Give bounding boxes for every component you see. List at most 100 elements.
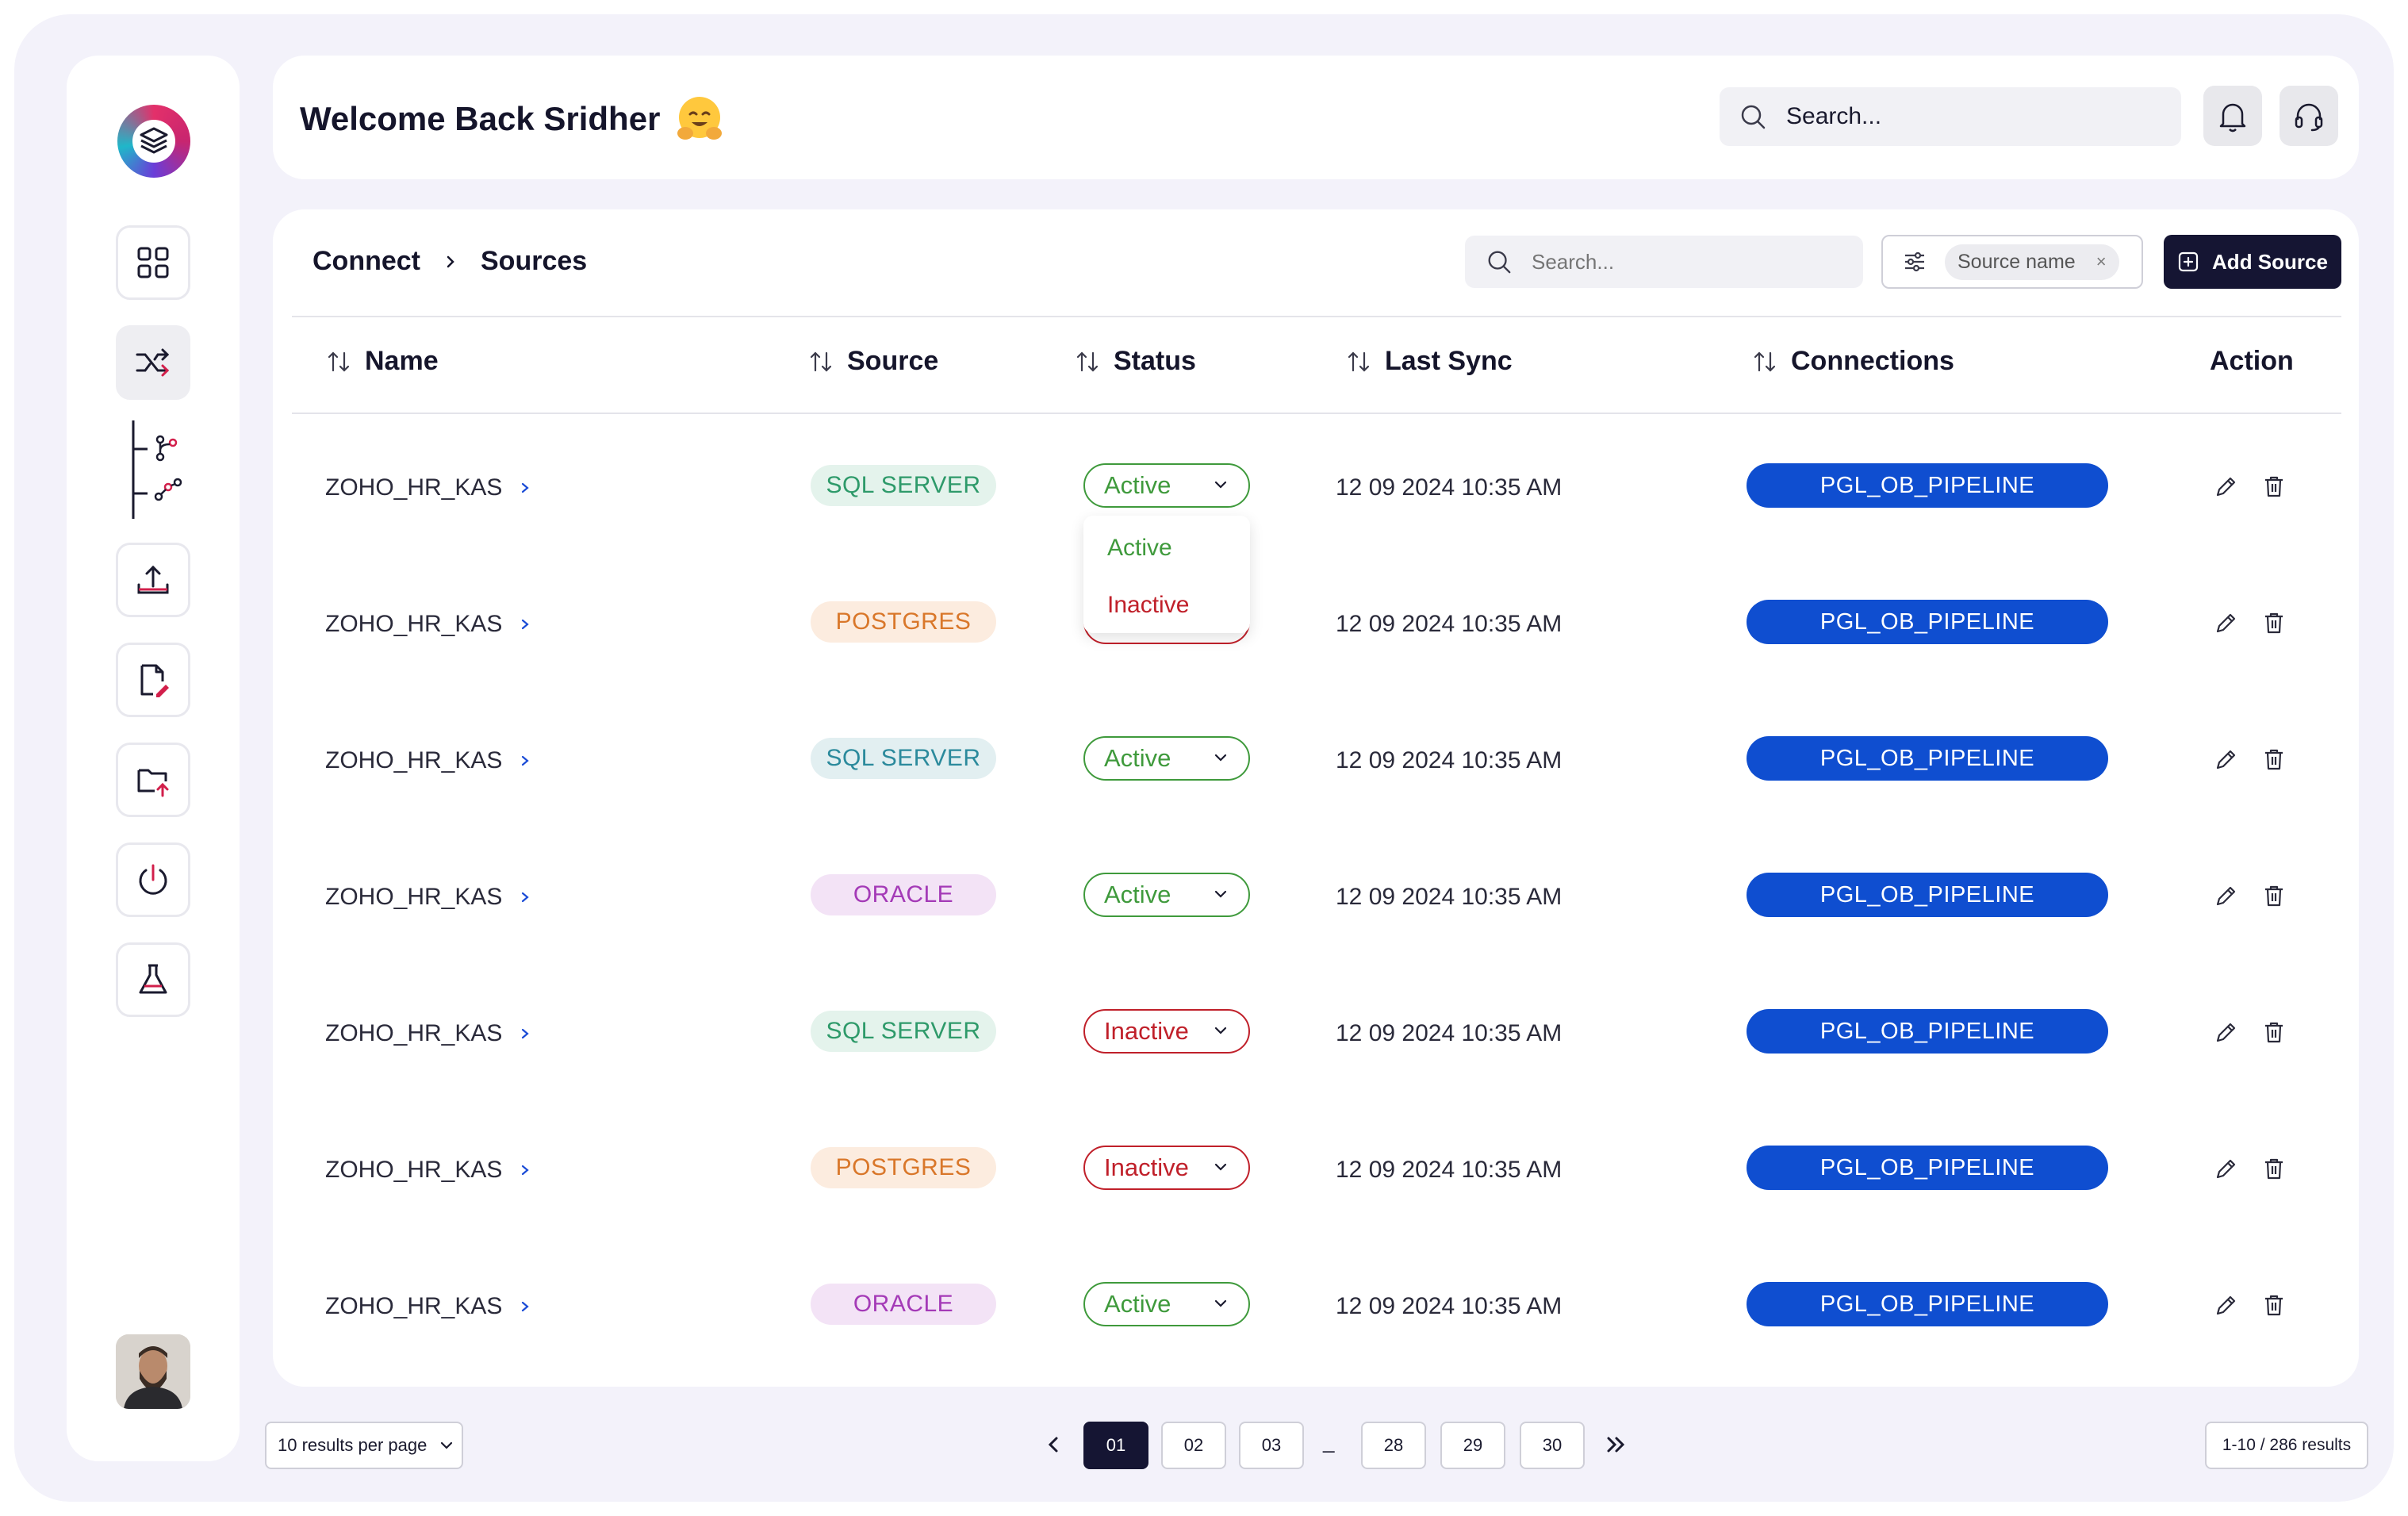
sidebar-item-connect[interactable] xyxy=(116,325,190,400)
table-row: ZOHO_HR_KAS ORACLE Active 12 09 2024 10:35 … xyxy=(273,854,2359,949)
source-type-badge: POSTGRES xyxy=(811,601,996,643)
status-select[interactable]: Active xyxy=(1083,736,1250,781)
sidebar-item-lab[interactable] xyxy=(116,942,190,1017)
pencil-icon[interactable] xyxy=(2213,746,2240,773)
page-button[interactable]: 03 xyxy=(1239,1422,1304,1469)
filter-chip-source-name[interactable]: Source name × xyxy=(1945,244,2119,280)
user-avatar[interactable] xyxy=(116,1334,190,1409)
connection-pill[interactable]: PGL_OB_PIPELINE xyxy=(1747,600,2108,644)
double-chevron-right-icon[interactable] xyxy=(1602,1431,1629,1458)
sort-icon xyxy=(328,351,350,372)
status-option-active[interactable]: Active xyxy=(1107,535,1172,562)
connection-pill[interactable]: PGL_OB_PIPELINE xyxy=(1747,463,2108,508)
breadcrumb-connect[interactable]: Connect xyxy=(313,246,420,277)
upload-icon xyxy=(137,565,169,594)
add-source-button[interactable]: Add Source xyxy=(2164,235,2341,289)
column-header-label: Source xyxy=(847,346,939,376)
per-page-select[interactable]: 10 results per page xyxy=(265,1422,463,1469)
pencil-icon[interactable] xyxy=(2213,1155,2240,1182)
column-header-status[interactable]: Status xyxy=(1074,346,1196,377)
sort-icon xyxy=(1076,351,1099,372)
status-select[interactable]: Active xyxy=(1083,1282,1250,1326)
pencil-icon[interactable] xyxy=(2213,1019,2240,1046)
status-select[interactable]: Active xyxy=(1083,873,1250,917)
results-count: 1-10 / 286 results xyxy=(2205,1422,2368,1469)
chevron-right-icon xyxy=(522,1165,530,1176)
sidebar-item-upload[interactable] xyxy=(116,543,190,617)
table-row: ZOHO_HR_KAS SQL SERVER Active 12 09 2024 10… xyxy=(273,444,2359,539)
trash-icon[interactable] xyxy=(2260,1291,2287,1318)
trash-icon[interactable] xyxy=(2260,473,2287,500)
column-header-name[interactable]: Name xyxy=(325,346,439,377)
trash-icon[interactable] xyxy=(2260,1019,2287,1046)
plus-square-icon xyxy=(2178,251,2199,272)
column-header-source[interactable]: Source xyxy=(807,346,938,377)
connection-pill[interactable]: PGL_OB_PIPELINE xyxy=(1747,1282,2108,1326)
chevron-right-icon xyxy=(522,619,530,630)
pencil-icon[interactable] xyxy=(2213,1291,2240,1318)
page-button[interactable]: 01 xyxy=(1083,1422,1148,1469)
chevron-down-icon xyxy=(1214,754,1227,762)
hugging-face-emoji-icon xyxy=(677,97,723,140)
source-name-link[interactable]: ZOHO_HR_KAS xyxy=(325,1293,532,1320)
source-name-link[interactable]: ZOHO_HR_KAS xyxy=(325,1157,532,1184)
close-icon[interactable]: × xyxy=(2096,251,2107,272)
connection-pill[interactable]: PGL_OB_PIPELINE xyxy=(1747,1009,2108,1054)
page-button[interactable]: 28 xyxy=(1361,1422,1426,1469)
table-row: ZOHO_HR_KAS ORACLE Active 12 09 2024 10:35 … xyxy=(273,1263,2359,1358)
page-button[interactable]: 02 xyxy=(1161,1422,1226,1469)
sort-icon xyxy=(1754,351,1776,372)
table-search[interactable] xyxy=(1465,236,1863,288)
sidebar-item-dashboard[interactable] xyxy=(116,225,190,300)
trash-icon[interactable] xyxy=(2260,882,2287,909)
pencil-icon[interactable] xyxy=(2213,609,2240,636)
pencil-icon[interactable] xyxy=(2213,473,2240,500)
trash-icon[interactable] xyxy=(2260,609,2287,636)
chevron-down-icon xyxy=(1214,1027,1227,1034)
column-header-label: Action xyxy=(2210,346,2294,376)
chevron-right-icon xyxy=(522,755,530,766)
sort-icon xyxy=(810,351,832,372)
logo-icon[interactable] xyxy=(117,105,190,178)
sidebar-item-file-edit[interactable] xyxy=(116,643,190,717)
sidebar-item-power[interactable] xyxy=(116,842,190,917)
sidebar-item-folder-upload[interactable] xyxy=(116,743,190,817)
page-button[interactable]: 30 xyxy=(1520,1422,1585,1469)
page-button[interactable]: 29 xyxy=(1440,1422,1505,1469)
chevron-right-icon xyxy=(522,892,530,903)
breadcrumb: Connect Sources xyxy=(313,246,587,277)
trash-icon[interactable] xyxy=(2260,746,2287,773)
connection-pill[interactable]: PGL_OB_PIPELINE xyxy=(1747,736,2108,781)
table-search-input[interactable] xyxy=(1532,249,1849,274)
pencil-icon[interactable] xyxy=(2213,882,2240,909)
table-row: ZOHO_HR_KAS SQL SERVER Inactive 12 09 2024 … xyxy=(273,990,2359,1085)
source-name-link[interactable]: ZOHO_HR_KAS xyxy=(325,611,532,638)
filter-control[interactable]: Source name × xyxy=(1881,235,2143,289)
source-type-badge: POSTGRES xyxy=(811,1147,996,1188)
source-name-link[interactable]: ZOHO_HR_KAS xyxy=(325,1020,532,1047)
search-icon xyxy=(1488,251,1511,274)
status-select[interactable]: Active xyxy=(1083,463,1250,508)
status-select[interactable]: Inactive xyxy=(1083,1146,1250,1190)
notifications-button[interactable] xyxy=(2203,86,2262,146)
source-name-link[interactable]: ZOHO_HR_KAS xyxy=(325,884,532,911)
table-row: ZOHO_HR_KAS POSTGRES Inactive 12 09 2024 10… xyxy=(273,581,2359,676)
source-name-link[interactable]: ZOHO_HR_KAS xyxy=(325,474,532,501)
connection-pill[interactable]: PGL_OB_PIPELINE xyxy=(1747,873,2108,917)
power-icon xyxy=(139,864,167,895)
column-header-connections[interactable]: Connections xyxy=(1751,346,1954,377)
source-name: ZOHO_HR_KAS xyxy=(325,474,503,501)
last-sync-time: 12 09 2024 10:35 AM xyxy=(1336,884,1563,910)
trash-icon[interactable] xyxy=(2260,1155,2287,1182)
status-select[interactable]: Inactive xyxy=(1083,1009,1250,1054)
status-option-inactive[interactable]: Inactive xyxy=(1107,592,1189,619)
column-header-last-sync[interactable]: Last Sync xyxy=(1345,346,1513,377)
status-dropdown-menu: Active Inactive xyxy=(1083,516,1250,633)
header-search[interactable] xyxy=(1720,87,2181,146)
chevron-down-icon xyxy=(1214,890,1227,898)
connection-pill[interactable]: PGL_OB_PIPELINE xyxy=(1747,1146,2108,1190)
chevron-left-icon[interactable] xyxy=(1041,1431,1068,1458)
source-name-link[interactable]: ZOHO_HR_KAS xyxy=(325,747,532,774)
support-button[interactable] xyxy=(2280,86,2338,146)
header-search-input[interactable] xyxy=(1786,103,2151,130)
